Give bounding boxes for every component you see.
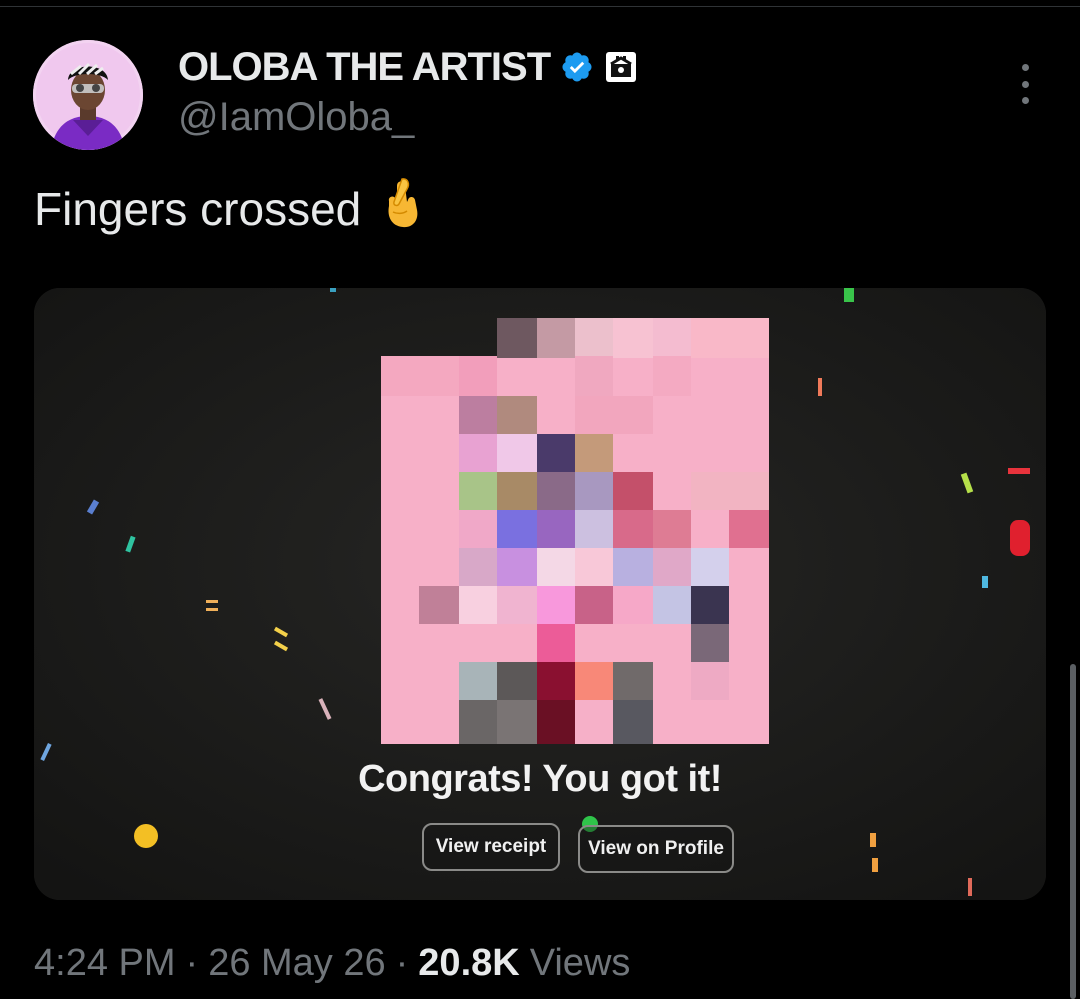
scrollbar[interactable] (1070, 664, 1076, 999)
views-label: Views (529, 942, 631, 984)
meta-separator: · (395, 942, 409, 984)
tweet-media-image[interactable]: Congrats! You got it! View receipt View … (34, 288, 1046, 900)
crossed-fingers-emoji (379, 176, 423, 241)
affiliate-badge-icon[interactable] (604, 50, 638, 84)
more-dot (1021, 80, 1029, 88)
view-on-profile-button: View on Profile (578, 825, 734, 873)
tweet-meta: 4:24 PM · 26 May 26 · 20.8K Views (34, 942, 630, 985)
top-divider (0, 6, 1080, 7)
more-dot (1021, 97, 1029, 104)
pixelated-artwork (381, 318, 769, 744)
tweet-date[interactable]: 26 May 26 (208, 942, 385, 985)
author-name-row: OLOBA THE ARTIST (178, 42, 638, 92)
purchase-success-message: Congrats! You got it! (358, 758, 722, 800)
author-avatar[interactable] (33, 40, 143, 150)
meta-separator: · (185, 942, 199, 984)
tweet-text: Fingers crossed (34, 176, 423, 241)
tweet-text-body: Fingers crossed (34, 182, 362, 235)
tweet-time[interactable]: 4:24 PM (34, 942, 176, 985)
more-dot (1021, 64, 1029, 71)
views-count: 20.8K (418, 942, 520, 984)
more-options-icon[interactable] (1010, 64, 1040, 104)
verified-badge-icon[interactable] (560, 50, 594, 84)
author-handle[interactable]: @IamOloba_ (178, 95, 414, 140)
author-display-name[interactable]: OLOBA THE ARTIST (178, 45, 551, 90)
view-receipt-button: View receipt (422, 823, 560, 871)
